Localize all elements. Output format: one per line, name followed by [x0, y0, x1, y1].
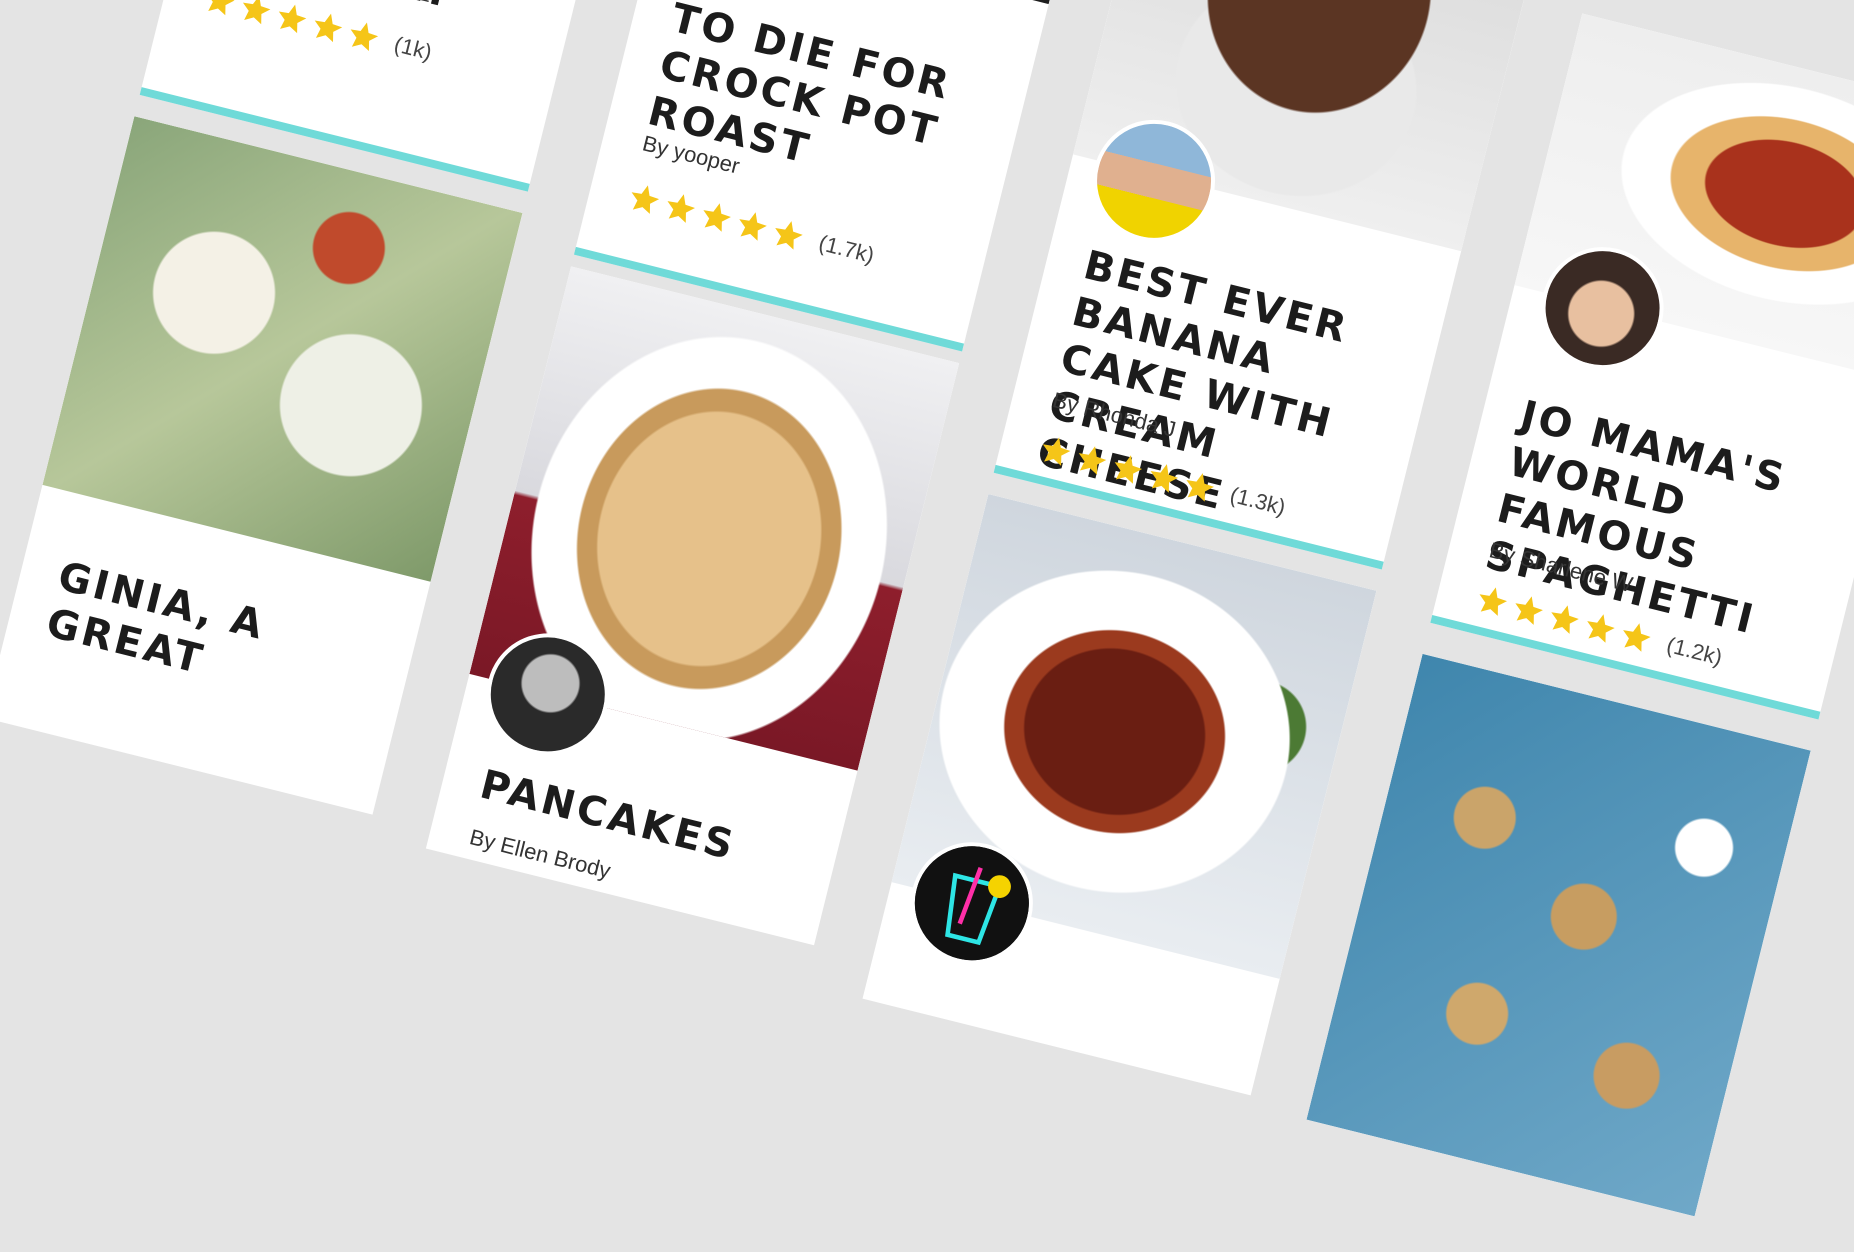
recipe-card-collage: Kittencal's Italian Melt-in-Your-Mouth..…: [0, 0, 1854, 1252]
star-icon: [314, 13, 343, 43]
star-icon: [207, 0, 235, 16]
star-icon: [775, 221, 803, 250]
star-icon: [278, 4, 307, 34]
pot-roast-photo[interactable]: [660, 0, 1100, 5]
star-icon: [1587, 614, 1615, 643]
recipe-card[interactable]: [862, 494, 1377, 1096]
star-rating: (1.7k): [624, 178, 878, 272]
recipe-card[interactable]: [1306, 653, 1811, 1217]
review-count: (1k): [391, 31, 435, 65]
star-icon: [739, 212, 767, 241]
star-icon: [703, 203, 731, 232]
star-icon: [1515, 596, 1543, 625]
star-icon: [350, 22, 379, 52]
recipe-title[interactable]: Pancakes: [475, 761, 818, 890]
recipe-card[interactable]: Pancakes By Ellen Brody: [425, 266, 960, 946]
star-icon: [1551, 605, 1579, 634]
star-rating: (1k): [199, 0, 435, 70]
star-icon: [1479, 587, 1508, 616]
review-count: (1.2k): [1664, 632, 1725, 670]
review-count: (1.7k): [816, 230, 877, 268]
star-icon: [242, 0, 271, 25]
star-icon: [1623, 623, 1651, 652]
recipe-title[interactable]: To Die for Crock Pot Roast: [643, 0, 1010, 217]
oatmeal-cookies-photo[interactable]: [1306, 653, 1811, 1217]
recipe-card[interactable]: Ginia, a Great: [0, 116, 523, 815]
star-icon: [667, 194, 695, 223]
recipe-title[interactable]: Ginia, a Great: [42, 552, 397, 728]
meatloaf-dinner-photo[interactable]: [42, 116, 523, 582]
star-icon: [631, 185, 660, 214]
recipe-card[interactable]: Best Ever Banana Cake With Cream Cheese …: [993, 0, 1534, 570]
